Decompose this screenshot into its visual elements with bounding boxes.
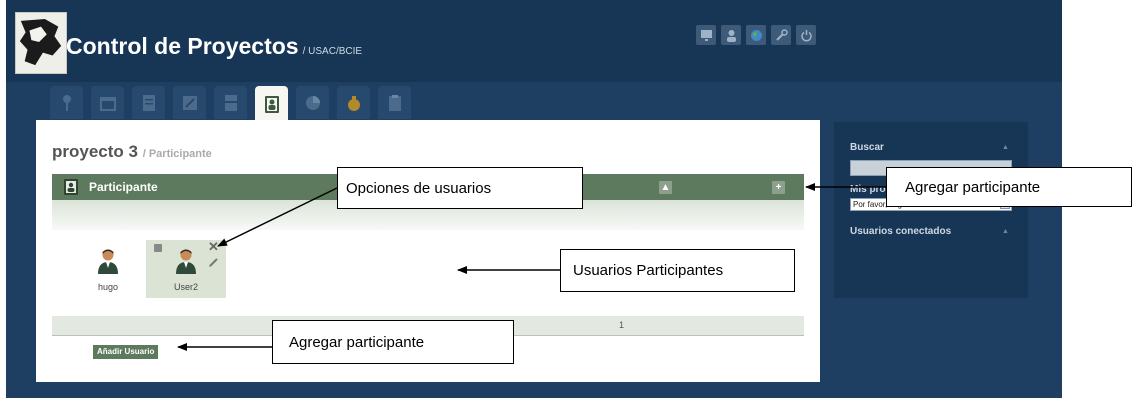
tab-server[interactable]	[214, 86, 247, 119]
search-label: Buscar	[850, 142, 884, 153]
tab-list[interactable]	[132, 86, 165, 119]
connected-users-label: Usuarios conectados	[850, 226, 952, 237]
user-name: User2	[173, 282, 198, 292]
clipboard-icon	[388, 94, 401, 111]
tab-pin[interactable]	[50, 86, 83, 119]
money-bag-icon	[347, 95, 360, 111]
top-toolbar	[696, 25, 816, 45]
page-title: proyecto 3 / Participante	[52, 142, 212, 161]
tab-calendar[interactable]	[91, 86, 124, 119]
sidebar: Buscar ▲ Mis proyectos Por favor, elige …	[834, 122, 1028, 298]
section-title: Participante	[89, 180, 158, 194]
user-card[interactable]: hugo	[78, 240, 138, 298]
add-participant-button[interactable]: +	[772, 181, 785, 194]
app-logo	[15, 12, 67, 74]
monitor-icon[interactable]	[696, 25, 716, 45]
participant-icon	[64, 179, 78, 195]
app-title: Control de Proyectos / USAC/BCIE	[66, 33, 363, 59]
callout-add-participant-top: Agregar participante	[886, 167, 1132, 207]
globe-icon[interactable]	[746, 25, 766, 45]
module-tabs	[50, 86, 411, 122]
pin-icon	[62, 94, 71, 111]
page-subtitle: / Participante	[142, 148, 212, 160]
callout-user-options: Opciones de usuarios	[337, 167, 583, 209]
tab-edit[interactable]	[173, 86, 206, 119]
tab-money[interactable]	[337, 86, 370, 119]
delete-user-icon[interactable]: ✕	[208, 240, 219, 254]
user-name: hugo	[97, 282, 119, 292]
callout-add-participant-bottom: Agregar participante	[272, 320, 514, 364]
app-subtitle: / USAC/BCIE	[302, 46, 363, 57]
edit-icon	[182, 95, 197, 110]
user-option-icon[interactable]	[154, 244, 162, 252]
tab-chart[interactable]	[296, 86, 329, 119]
server-icon	[224, 94, 237, 111]
connected-collapse-icon[interactable]: ▲	[1002, 228, 1009, 235]
collapse-button[interactable]: ▲	[659, 181, 672, 194]
user-avatar-icon	[176, 249, 196, 274]
chart-icon	[305, 95, 320, 110]
tab-participants[interactable]	[255, 86, 288, 122]
user-avatar-icon	[98, 249, 118, 274]
user-card-selected[interactable]: ✕ User2	[146, 240, 226, 298]
participant-icon	[264, 96, 279, 113]
page-number[interactable]: 1	[619, 320, 624, 330]
add-user-button[interactable]: Añadir Usuario	[93, 345, 159, 359]
list-icon	[142, 94, 155, 111]
search-collapse-icon[interactable]: ▲	[1002, 144, 1009, 151]
edit-user-icon[interactable]	[208, 256, 220, 268]
top-bar: Control de Proyectos / USAC/BCIE	[6, 0, 1062, 82]
tab-clipboard[interactable]	[378, 86, 411, 119]
power-icon[interactable]	[796, 25, 816, 45]
calendar-icon	[99, 96, 116, 111]
user-icon[interactable]	[721, 25, 741, 45]
wrench-icon[interactable]	[771, 25, 791, 45]
callout-participant-users: Usuarios Participantes	[560, 249, 795, 292]
